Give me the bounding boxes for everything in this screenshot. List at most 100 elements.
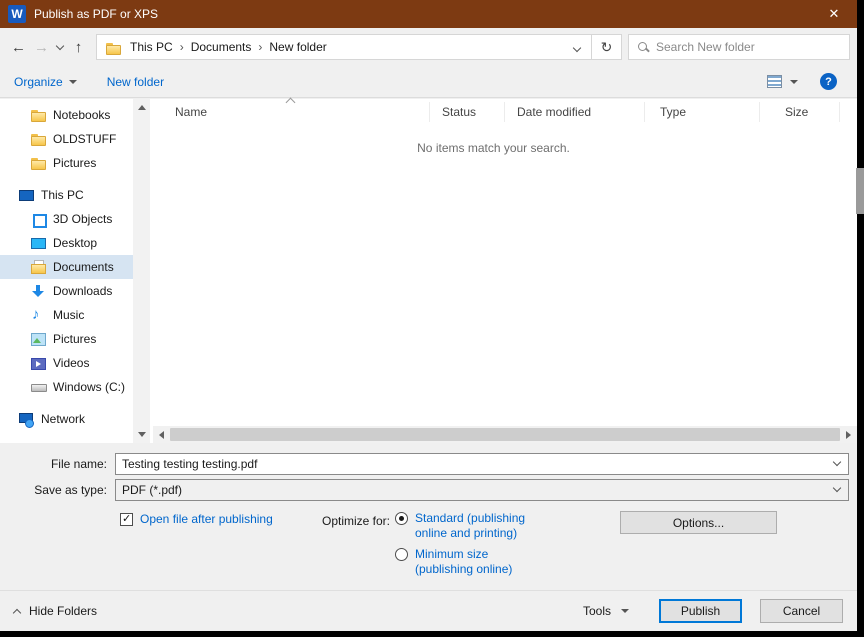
save-as-type-row: Save as type: PDF (*.pdf) <box>0 478 849 501</box>
sidebar-item-windows-c[interactable]: Windows (C:) <box>0 375 133 399</box>
publish-button[interactable]: Publish <box>659 599 742 623</box>
sidebar-item-pictures-top[interactable]: Pictures <box>0 151 133 175</box>
help-icon[interactable]: ? <box>820 73 837 90</box>
sidebar-item-label: Pictures <box>53 332 97 346</box>
sidebar-item-label: Pictures <box>53 156 97 170</box>
sidebar-item-videos[interactable]: Videos <box>0 351 133 375</box>
navigation-bar: ← → ↑ This PC › Documents › New folder ↻… <box>0 28 857 66</box>
search-placeholder: Search New folder <box>656 40 755 54</box>
sidebar-item-pictures[interactable]: Pictures <box>0 327 133 351</box>
toolbar-right-group: ? <box>767 73 843 90</box>
sidebar-item-this-pc[interactable]: This PC <box>0 183 133 207</box>
chevron-down-icon[interactable] <box>832 457 842 466</box>
publish-dialog: W Publish as PDF or XPS ✕ ← → ↑ This PC … <box>0 0 857 631</box>
dropdown-arrow-icon <box>621 609 629 613</box>
scroll-down-icon[interactable] <box>138 432 146 437</box>
sidebar-item-downloads[interactable]: Downloads <box>0 279 133 303</box>
checkbox-checked-icon[interactable] <box>120 512 133 526</box>
file-name-label: File name: <box>50 456 107 471</box>
column-header-type[interactable]: Type <box>645 102 760 122</box>
navigation-pane: Notebooks OLDSTUFF Pictures This PC 3D O… <box>0 99 150 443</box>
sidebar-item-music[interactable]: Music <box>0 303 133 327</box>
column-header-date-modified[interactable]: Date modified <box>505 102 645 122</box>
hide-folders-button[interactable]: Hide Folders <box>12 604 97 618</box>
sidebar-item-label: This PC <box>41 188 84 202</box>
sidebar-item-3d-objects[interactable]: 3D Objects <box>0 207 133 231</box>
refresh-button[interactable]: ↻ <box>592 34 622 60</box>
tools-dropdown[interactable]: Tools <box>583 604 629 618</box>
column-header-status[interactable]: Status <box>430 102 505 122</box>
footer-bar: Hide Folders Tools Publish Cancel <box>0 590 857 631</box>
open-after-publishing-checkbox[interactable]: Open file after publishing <box>120 512 273 526</box>
sidebar-item-label: Music <box>53 308 85 322</box>
documents-icon <box>30 259 46 275</box>
chevron-down-icon[interactable] <box>832 483 842 492</box>
chevron-down-icon <box>572 43 582 53</box>
sidebar-item-label: Notebooks <box>53 108 111 122</box>
folder-icon <box>30 107 46 123</box>
optimize-minimum-radio[interactable]: Minimum size (publishing online) <box>395 547 543 577</box>
views-dropdown-arrow-icon[interactable] <box>790 79 798 84</box>
radio-unselected-icon[interactable] <box>395 548 408 561</box>
open-after-publishing-label: Open file after publishing <box>140 512 273 526</box>
save-as-type-combobox[interactable]: PDF (*.pdf) <box>115 478 849 501</box>
breadcrumb-documents[interactable]: Documents <box>188 40 255 54</box>
optimize-for-label: Optimize for: <box>322 514 391 528</box>
organize-label: Organize <box>14 74 63 89</box>
horizontal-scrollbar[interactable] <box>153 426 857 443</box>
file-name-input[interactable] <box>122 456 826 471</box>
sidebar-item-notebooks[interactable]: Notebooks <box>0 103 133 127</box>
sidebar-item-documents[interactable]: Documents <box>0 255 133 279</box>
chevron-up-icon <box>12 608 22 617</box>
recent-locations-dropdown[interactable] <box>53 41 67 50</box>
column-headers: Name Status Date modified Type Size <box>150 99 857 125</box>
sidebar-item-label: Network <box>41 412 86 426</box>
scroll-left-icon[interactable] <box>159 430 164 439</box>
word-icon: W <box>8 5 26 23</box>
options-button[interactable]: Options... <box>620 511 777 534</box>
sidebar-item-network[interactable]: Network <box>0 407 133 431</box>
search-input[interactable]: Search New folder <box>628 34 850 60</box>
music-icon <box>30 306 46 323</box>
views-icon[interactable] <box>767 75 782 88</box>
breadcrumb-new-folder[interactable]: New folder <box>266 40 329 54</box>
organize-menu[interactable]: Organize <box>14 75 77 89</box>
new-folder-label: New folder <box>106 74 165 89</box>
videos-icon <box>30 355 46 371</box>
radio-selected-icon[interactable] <box>395 512 408 525</box>
folder-icon <box>30 131 46 147</box>
file-name-combobox[interactable] <box>115 452 849 475</box>
optimize-standard-radio[interactable]: Standard (publishing online and printing… <box>395 511 543 541</box>
sidebar-scrollbar[interactable] <box>133 99 150 443</box>
sidebar-item-desktop[interactable]: Desktop <box>0 231 133 255</box>
new-folder-button[interactable]: New folder <box>107 75 164 89</box>
window-title: Publish as PDF or XPS <box>34 7 159 21</box>
horizontal-scrollbar-thumb[interactable] <box>170 428 840 441</box>
computer-icon <box>18 187 34 203</box>
pictures-icon <box>30 331 46 347</box>
breadcrumb-this-pc[interactable]: This PC <box>127 40 176 54</box>
sidebar-item-label: Windows (C:) <box>53 380 126 394</box>
folder-icon <box>105 40 121 55</box>
column-header-name[interactable]: Name <box>150 102 430 122</box>
desktop-icon <box>30 235 46 251</box>
3d-objects-icon <box>30 211 47 228</box>
scroll-up-icon[interactable] <box>138 105 146 110</box>
address-dropdown[interactable] <box>572 40 583 54</box>
close-button[interactable]: ✕ <box>811 0 857 28</box>
address-bar[interactable]: This PC › Documents › New folder <box>96 34 592 60</box>
up-button[interactable]: ↑ <box>67 39 90 56</box>
column-header-size[interactable]: Size <box>760 102 840 122</box>
back-button[interactable]: ← <box>7 39 30 56</box>
sidebar-item-label: 3D Objects <box>53 212 113 226</box>
forward-button[interactable]: → <box>30 39 53 56</box>
sidebar-item-oldstuff[interactable]: OLDSTUFF <box>0 127 133 151</box>
cancel-button[interactable]: Cancel <box>760 599 843 623</box>
scroll-right-icon[interactable] <box>846 430 851 439</box>
command-toolbar: Organize New folder ? <box>0 66 857 98</box>
sidebar-item-label: Documents <box>53 260 114 274</box>
file-name-row: File name: <box>0 452 849 475</box>
vertical-scrollbar-thumb[interactable] <box>856 168 864 214</box>
tools-label: Tools <box>582 604 611 618</box>
folder-icon <box>30 155 46 171</box>
